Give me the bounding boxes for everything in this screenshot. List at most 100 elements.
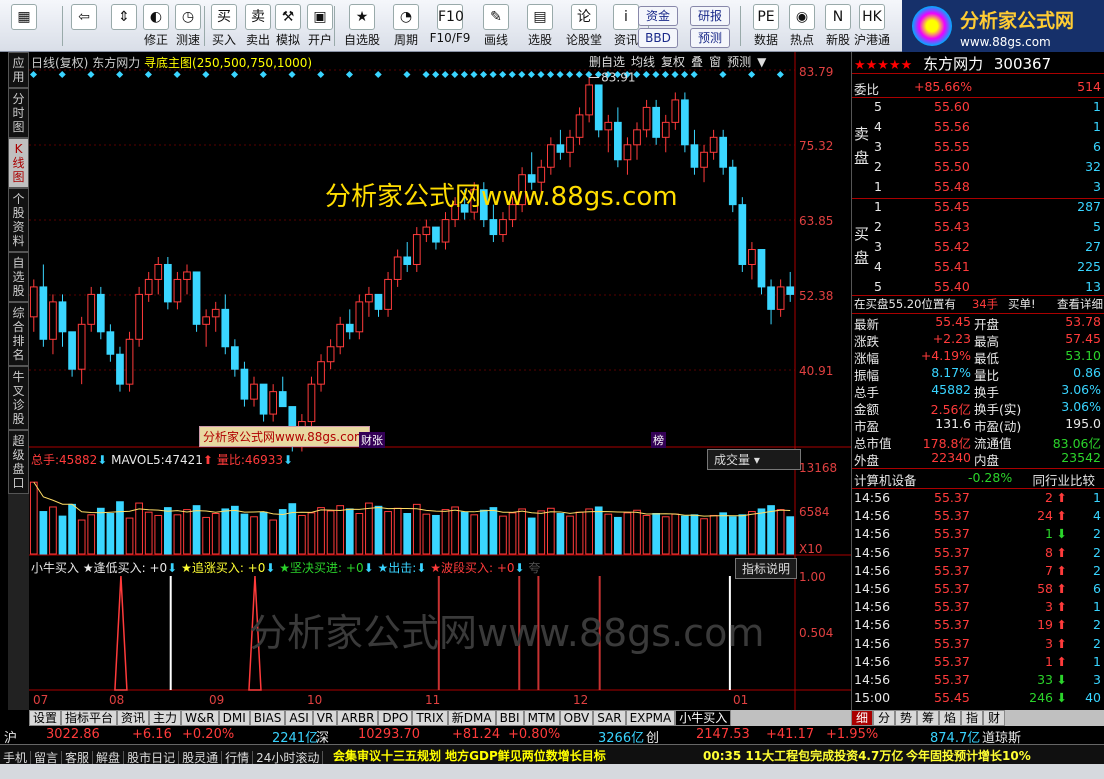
toolbar-text-button-0[interactable]: 资金	[638, 6, 678, 26]
toolbar-repair-button[interactable]: ◐ 修正	[140, 2, 172, 50]
right-tab-0[interactable]: 细	[851, 710, 873, 726]
candle-body[interactable]	[240, 368, 249, 400]
toolbar-lock-button[interactable]: ▣ 开户	[304, 2, 336, 50]
bid-row[interactable]: 5 55.40 13	[852, 279, 1104, 296]
candle-body[interactable]	[87, 293, 96, 325]
candle-body[interactable]	[77, 323, 86, 370]
candle-body[interactable]	[786, 286, 795, 295]
left-tab-4[interactable]: 自选股	[8, 252, 29, 302]
candle-body[interactable]	[393, 256, 402, 280]
indicator-tab-1[interactable]: 指标平台	[61, 710, 118, 726]
candle-body[interactable]	[259, 383, 268, 415]
candle-body[interactable]	[671, 99, 680, 123]
indicator-tab-18[interactable]: 小牛买入	[675, 710, 732, 726]
candle-body[interactable]	[489, 219, 498, 236]
candle-body[interactable]	[68, 331, 76, 370]
candle-body[interactable]	[709, 136, 718, 153]
bid-row[interactable]: 2 55.43 5	[852, 219, 1104, 236]
indicator-select[interactable]: 成交量 ▾	[707, 449, 801, 470]
ask-row[interactable]: 2 55.50 32	[852, 159, 1104, 176]
indicator-tab-10[interactable]: DPO	[378, 710, 413, 726]
status-button-1[interactable]: 留言	[31, 751, 63, 765]
right-tab-4[interactable]: 焰	[939, 710, 961, 726]
indicator-tab-0[interactable]: 设置	[29, 710, 62, 726]
candle-body[interactable]	[767, 286, 775, 310]
windows-button[interactable]: ▦	[8, 2, 40, 50]
candle-body[interactable]	[604, 121, 613, 131]
toolbar-f10-button[interactable]: F10 F10/F9	[428, 2, 472, 50]
news-ticker-3[interactable]: 今年固投预计增长10%	[906, 747, 1031, 764]
indicator-tab-16[interactable]: SAR	[593, 710, 626, 726]
indicator-tab-4[interactable]: W&R	[181, 710, 219, 726]
toolbar-screen-button[interactable]: ▤ 选股	[518, 2, 562, 50]
detail-link[interactable]: 查看详细	[1057, 296, 1103, 312]
toolbar-forum-button[interactable]: 论论股堂	[562, 2, 606, 50]
candle-body[interactable]	[269, 391, 278, 415]
candle-body[interactable]	[231, 346, 239, 370]
left-tab-3[interactable]: 个股资料	[8, 188, 29, 252]
left-tab-7[interactable]: 超级盘口	[8, 430, 29, 494]
indicator-tab-8[interactable]: VR	[312, 710, 338, 726]
candle-body[interactable]	[96, 293, 105, 333]
chart-menu-chevron-icon[interactable]: ▼	[757, 55, 766, 69]
candle-body[interactable]	[661, 121, 670, 138]
candle-body[interactable]	[163, 263, 172, 303]
ask-row[interactable]: 3 55.55 6	[852, 139, 1104, 156]
indicator-tab-14[interactable]: MTM	[523, 710, 560, 726]
event-badge-1[interactable]: 财张	[359, 432, 385, 448]
candle-body[interactable]	[183, 271, 191, 280]
candle-body[interactable]	[422, 226, 431, 236]
left-tab-5[interactable]: 综合排名	[8, 302, 29, 366]
status-button-7[interactable]: 24小时滚动	[253, 751, 324, 765]
chart-option-2[interactable]: 复权	[661, 55, 685, 69]
toolbar-sell-button[interactable]: 卖卖出	[242, 2, 274, 50]
left-tab-0[interactable]: 应用	[8, 52, 29, 88]
indicator-tab-2[interactable]: 资讯	[117, 710, 150, 726]
event-badge-2[interactable]: 榜	[651, 432, 666, 448]
news-ticker-2[interactable]: 00:35 11大工程包完成投资4.7万亿	[703, 747, 903, 764]
peer-compare-link[interactable]: 同行业比较	[1032, 470, 1095, 489]
candle-body[interactable]	[278, 391, 287, 408]
ask-row[interactable]: 1 55.48 3	[852, 179, 1104, 196]
candle-body[interactable]	[700, 151, 708, 168]
candle-body[interactable]	[125, 338, 134, 385]
status-button-2[interactable]: 客服	[62, 751, 94, 765]
chart-option-3[interactable]: 叠	[691, 55, 703, 69]
indicator-tab-5[interactable]: DMI	[218, 710, 250, 726]
candle-body[interactable]	[748, 249, 756, 265]
right-tab-6[interactable]: 财	[983, 710, 1005, 726]
candle-body[interactable]	[192, 271, 201, 325]
indicator-tab-6[interactable]: BIAS	[249, 710, 286, 726]
ask-row[interactable]: 5 55.60 1	[852, 99, 1104, 116]
candle-body[interactable]	[614, 121, 622, 161]
kline-chart[interactable]: 83.91 日线(复权) 东方网力 寻底主图(250,500,750,1000)…	[29, 52, 851, 710]
toolbar-text-button-2[interactable]: 研报	[690, 6, 730, 26]
candle-body[interactable]	[738, 204, 747, 265]
candle-body[interactable]	[106, 331, 115, 355]
candle-body[interactable]	[633, 129, 641, 146]
right-tab-1[interactable]: 分	[873, 710, 895, 726]
status-button-3[interactable]: 解盘	[93, 751, 125, 765]
indicator-tab-13[interactable]: BBI	[495, 710, 524, 726]
bid-row[interactable]: 1 55.45 287	[852, 199, 1104, 216]
candle-body[interactable]	[221, 308, 230, 348]
candle-body[interactable]	[307, 383, 316, 423]
status-button-5[interactable]: 股灵通	[179, 751, 223, 765]
chart-option-1[interactable]: 均线	[631, 55, 655, 69]
news-ticker[interactable]: 会集审议十三五规划 地方GDP鲜见两位数增长目标	[333, 747, 606, 764]
candle-body[interactable]	[39, 286, 48, 340]
candle-body[interactable]	[403, 256, 412, 265]
candle-body[interactable]	[776, 286, 785, 310]
candle-body[interactable]	[317, 361, 325, 385]
candle-body[interactable]	[757, 249, 766, 288]
status-button-0[interactable]: 手机	[0, 751, 32, 765]
candle-body[interactable]	[681, 99, 689, 146]
candle-body[interactable]	[594, 84, 603, 131]
candle-body[interactable]	[135, 293, 143, 340]
right-tab-5[interactable]: 指	[961, 710, 983, 726]
indicator-tab-9[interactable]: ARBR	[337, 710, 379, 726]
candle-body[interactable]	[432, 226, 440, 243]
toolbar-text-button-1[interactable]: BBD	[638, 28, 678, 48]
bid-row[interactable]: 4 55.41 225	[852, 259, 1104, 276]
candle-body[interactable]	[211, 308, 220, 318]
